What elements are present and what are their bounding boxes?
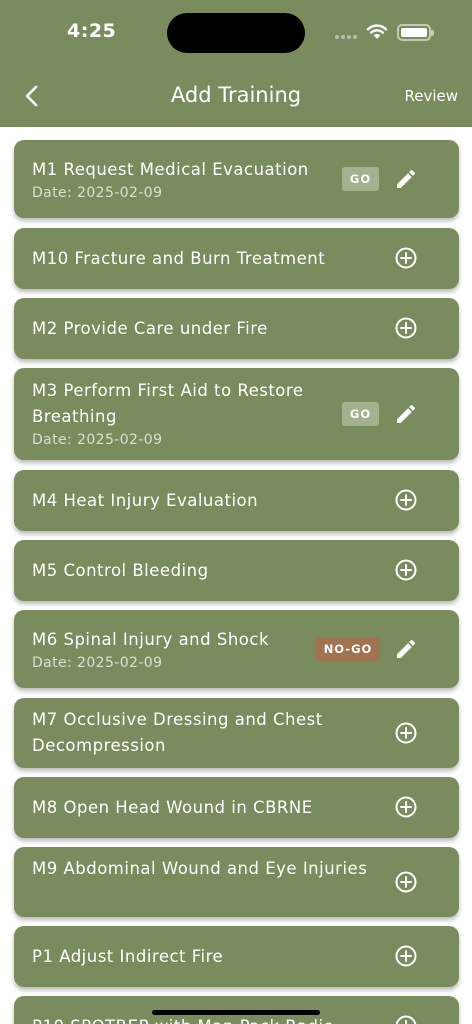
- nav-bar: Add Training Review: [0, 66, 472, 127]
- review-button[interactable]: Review: [404, 87, 458, 105]
- add-circle-icon[interactable]: [394, 1014, 418, 1024]
- training-text: M4 Heat Injury Evaluation: [32, 488, 399, 514]
- training-title: M10 Fracture and Burn Treatment: [32, 249, 326, 268]
- cellular-signal-icon: [335, 35, 357, 39]
- status-time: 4:25: [67, 20, 117, 42]
- training-title: M3 Perform First Aid to Restore Breathin…: [32, 381, 304, 426]
- training-text: P10 SPOTREP with Map Pack Radio: [32, 1014, 399, 1024]
- edit-pencil-icon[interactable]: [394, 637, 418, 661]
- wifi-icon: [366, 24, 388, 39]
- training-card[interactable]: M1 Request Medical Evacuation Date: 2025-…: [14, 140, 459, 218]
- dynamic-island: [167, 13, 305, 53]
- training-card[interactable]: P1 Adjust Indirect Fire: [14, 926, 459, 987]
- training-card[interactable]: M8 Open Head Wound in CBRNE: [14, 777, 459, 838]
- page-title: Add Training: [170, 83, 302, 107]
- edit-pencil-icon[interactable]: [394, 167, 418, 191]
- training-date: Date: 2025-02-09: [32, 185, 163, 201]
- training-title: M2 Provide Care under Fire: [32, 319, 268, 338]
- training-title: P1 Adjust Indirect Fire: [32, 947, 224, 966]
- add-circle-icon[interactable]: [394, 721, 418, 745]
- training-text: P1 Adjust Indirect Fire: [32, 944, 399, 970]
- status-bar: 4:25: [0, 0, 472, 66]
- add-circle-icon[interactable]: [394, 558, 418, 582]
- add-circle-icon[interactable]: [394, 944, 418, 968]
- training-text: M8 Open Head Wound in CBRNE: [32, 795, 399, 821]
- training-text: M2 Provide Care under Fire: [32, 316, 399, 342]
- training-card[interactable]: M10 Fracture and Burn Treatment: [14, 228, 459, 289]
- training-card[interactable]: M9 Abdominal Wound and Eye Injuries: [14, 847, 459, 917]
- training-title: M8 Open Head Wound in CBRNE: [32, 798, 313, 817]
- training-text: M10 Fracture and Burn Treatment: [32, 246, 399, 272]
- training-text: M1 Request Medical Evacuation: [32, 157, 319, 183]
- training-card[interactable]: M2 Provide Care under Fire: [14, 298, 459, 359]
- status-badge: GO: [342, 402, 379, 426]
- training-card[interactable]: M5 Control Bleeding: [14, 540, 459, 601]
- training-title: M4 Heat Injury Evaluation: [32, 491, 259, 510]
- training-card[interactable]: M7 Occlusive Dressing and Chest Decompre…: [14, 698, 459, 768]
- training-text: M9 Abdominal Wound and Eye Injuries: [32, 856, 399, 882]
- training-text: M5 Control Bleeding: [32, 558, 399, 584]
- add-circle-icon[interactable]: [394, 316, 418, 340]
- status-badge: GO: [342, 167, 379, 191]
- add-circle-icon[interactable]: [394, 870, 418, 894]
- training-title: P10 SPOTREP with Map Pack Radio: [32, 1014, 399, 1024]
- add-circle-icon[interactable]: [394, 246, 418, 270]
- training-text: M3 Perform First Aid to Restore Breathin…: [32, 378, 319, 430]
- home-indicator: [152, 1010, 320, 1015]
- battery-icon: [397, 24, 434, 41]
- training-title: M6 Spinal Injury and Shock: [32, 630, 270, 649]
- training-title: M7 Occlusive Dressing and Chest Decompre…: [32, 710, 323, 755]
- edit-pencil-icon[interactable]: [394, 402, 418, 426]
- training-title: M1 Request Medical Evacuation: [32, 160, 309, 179]
- training-text: M6 Spinal Injury and Shock: [32, 627, 319, 653]
- add-circle-icon[interactable]: [394, 488, 418, 512]
- training-title: M9 Abdominal Wound and Eye Injuries: [32, 859, 368, 878]
- training-card[interactable]: M3 Perform First Aid to Restore Breathin…: [14, 368, 459, 460]
- add-circle-icon[interactable]: [394, 795, 418, 819]
- training-card[interactable]: M4 Heat Injury Evaluation: [14, 470, 459, 531]
- training-date: Date: 2025-02-09: [32, 655, 163, 671]
- training-title: M5 Control Bleeding: [32, 561, 209, 580]
- training-date: Date: 2025-02-09: [32, 432, 163, 448]
- training-card[interactable]: M6 Spinal Injury and Shock Date: 2025-02-…: [14, 610, 459, 688]
- training-text: M7 Occlusive Dressing and Chest Decompre…: [32, 707, 399, 759]
- status-badge: NO-GO: [316, 637, 380, 661]
